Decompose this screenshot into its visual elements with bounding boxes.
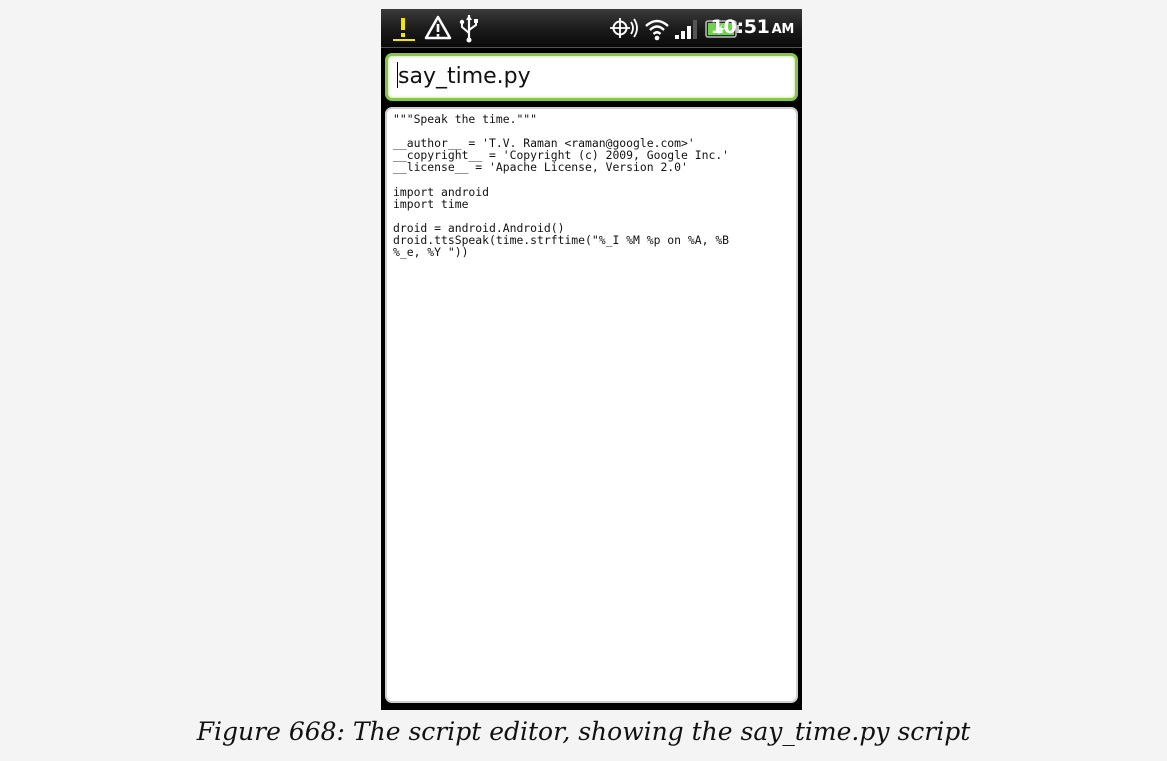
notification-icon[interactable] xyxy=(391,15,417,41)
warning-icon[interactable] xyxy=(424,14,452,42)
signal-icon xyxy=(675,20,697,39)
script-editor-screen: say_time.py """Speak the time.""" __auth… xyxy=(381,48,802,710)
usb-icon[interactable] xyxy=(458,13,480,43)
figure-caption: Figure 668: The script editor, showing t… xyxy=(196,717,971,746)
status-bar: 10:51 AM xyxy=(381,9,802,48)
status-time: 10:51 AM xyxy=(710,16,795,38)
time-text: 10:51 xyxy=(710,16,770,38)
ampm-text: AM xyxy=(771,22,795,37)
wifi-icon xyxy=(645,19,669,41)
script-code[interactable]: """Speak the time.""" __author__ = 'T.V.… xyxy=(393,113,790,258)
filename-text: say_time.py xyxy=(398,64,531,89)
phone-screen: 10:51 AM say_time.py """Speak the time.""… xyxy=(381,9,802,710)
filename-input[interactable]: say_time.py xyxy=(385,53,798,101)
gps-icon xyxy=(610,18,638,38)
code-editor[interactable]: """Speak the time.""" __author__ = 'T.V.… xyxy=(385,107,798,703)
